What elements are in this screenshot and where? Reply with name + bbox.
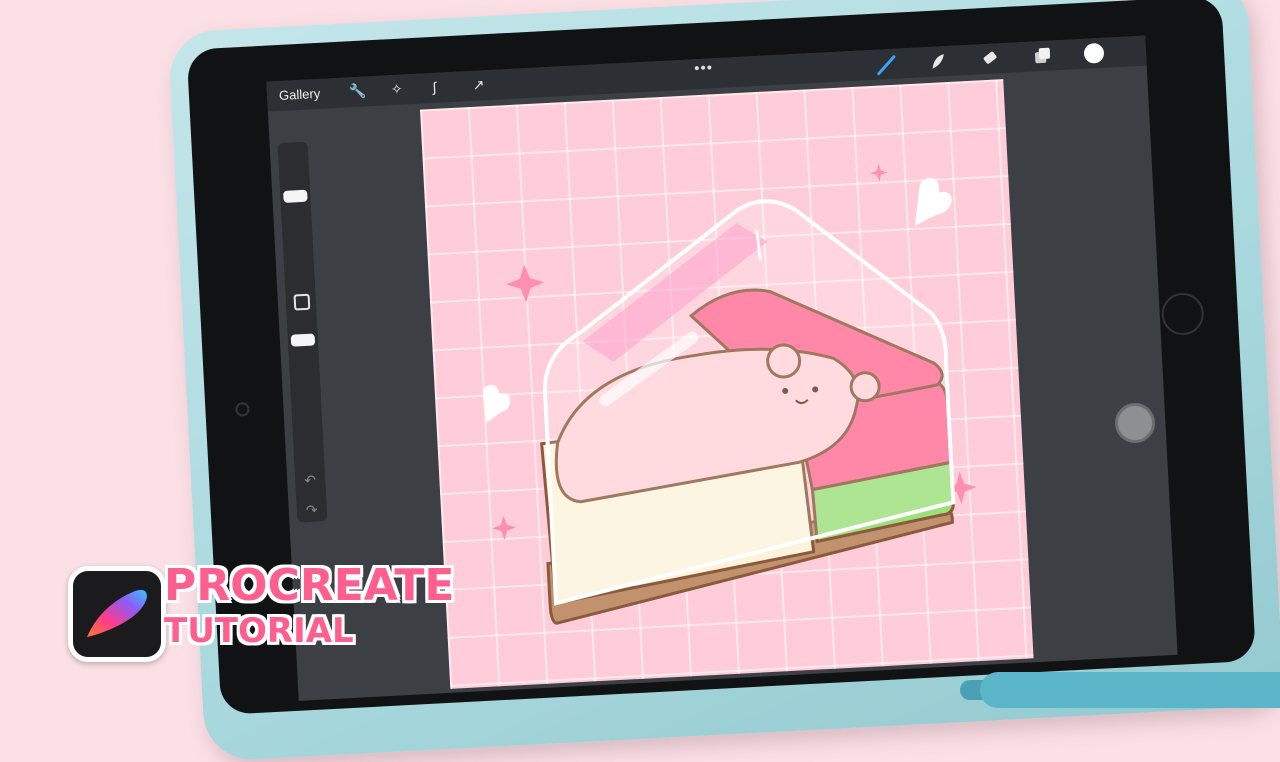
procreate-logo (68, 566, 166, 662)
wrench-icon[interactable]: 🔧 (349, 82, 367, 100)
selection-icon[interactable]: ʃ (432, 79, 436, 95)
modify-button[interactable] (293, 293, 311, 311)
color-icon[interactable] (1081, 41, 1106, 66)
undo-button[interactable]: ↶ (304, 472, 317, 490)
artwork (482, 163, 977, 625)
front-camera (235, 402, 250, 417)
sparkle-icon (869, 163, 888, 182)
heart-icon (482, 384, 511, 423)
eraser-icon[interactable] (978, 47, 1003, 70)
title-line-2: TUTORIAL (164, 611, 354, 651)
drawing-canvas[interactable] (420, 79, 1034, 689)
redo-button[interactable]: ↷ (305, 502, 318, 520)
opacity-slider[interactable] (290, 333, 316, 347)
assistive-touch-button[interactable] (1115, 403, 1155, 443)
gallery-button[interactable]: Gallery (279, 86, 321, 103)
apple-pencil (980, 672, 1280, 708)
heart-icon (914, 177, 952, 226)
sparkle-icon (492, 515, 516, 540)
more-menu-button[interactable]: ••• (694, 59, 714, 77)
brush-size-slider[interactable] (283, 189, 308, 203)
magic-wand-icon[interactable]: ✧ (390, 81, 403, 99)
layers-icon[interactable] (1029, 44, 1054, 67)
title-line-1: PROCREATE (164, 560, 455, 611)
brush-sidebar: ↶ ↷ (277, 141, 328, 523)
tutorial-title: PROCREATE TUTORIAL (164, 560, 454, 650)
brush-icon[interactable] (874, 53, 899, 76)
transform-icon[interactable]: ↗ (472, 76, 485, 94)
sparkle-icon (506, 264, 545, 303)
smudge-icon[interactable] (926, 50, 951, 73)
home-button[interactable] (1160, 291, 1205, 337)
